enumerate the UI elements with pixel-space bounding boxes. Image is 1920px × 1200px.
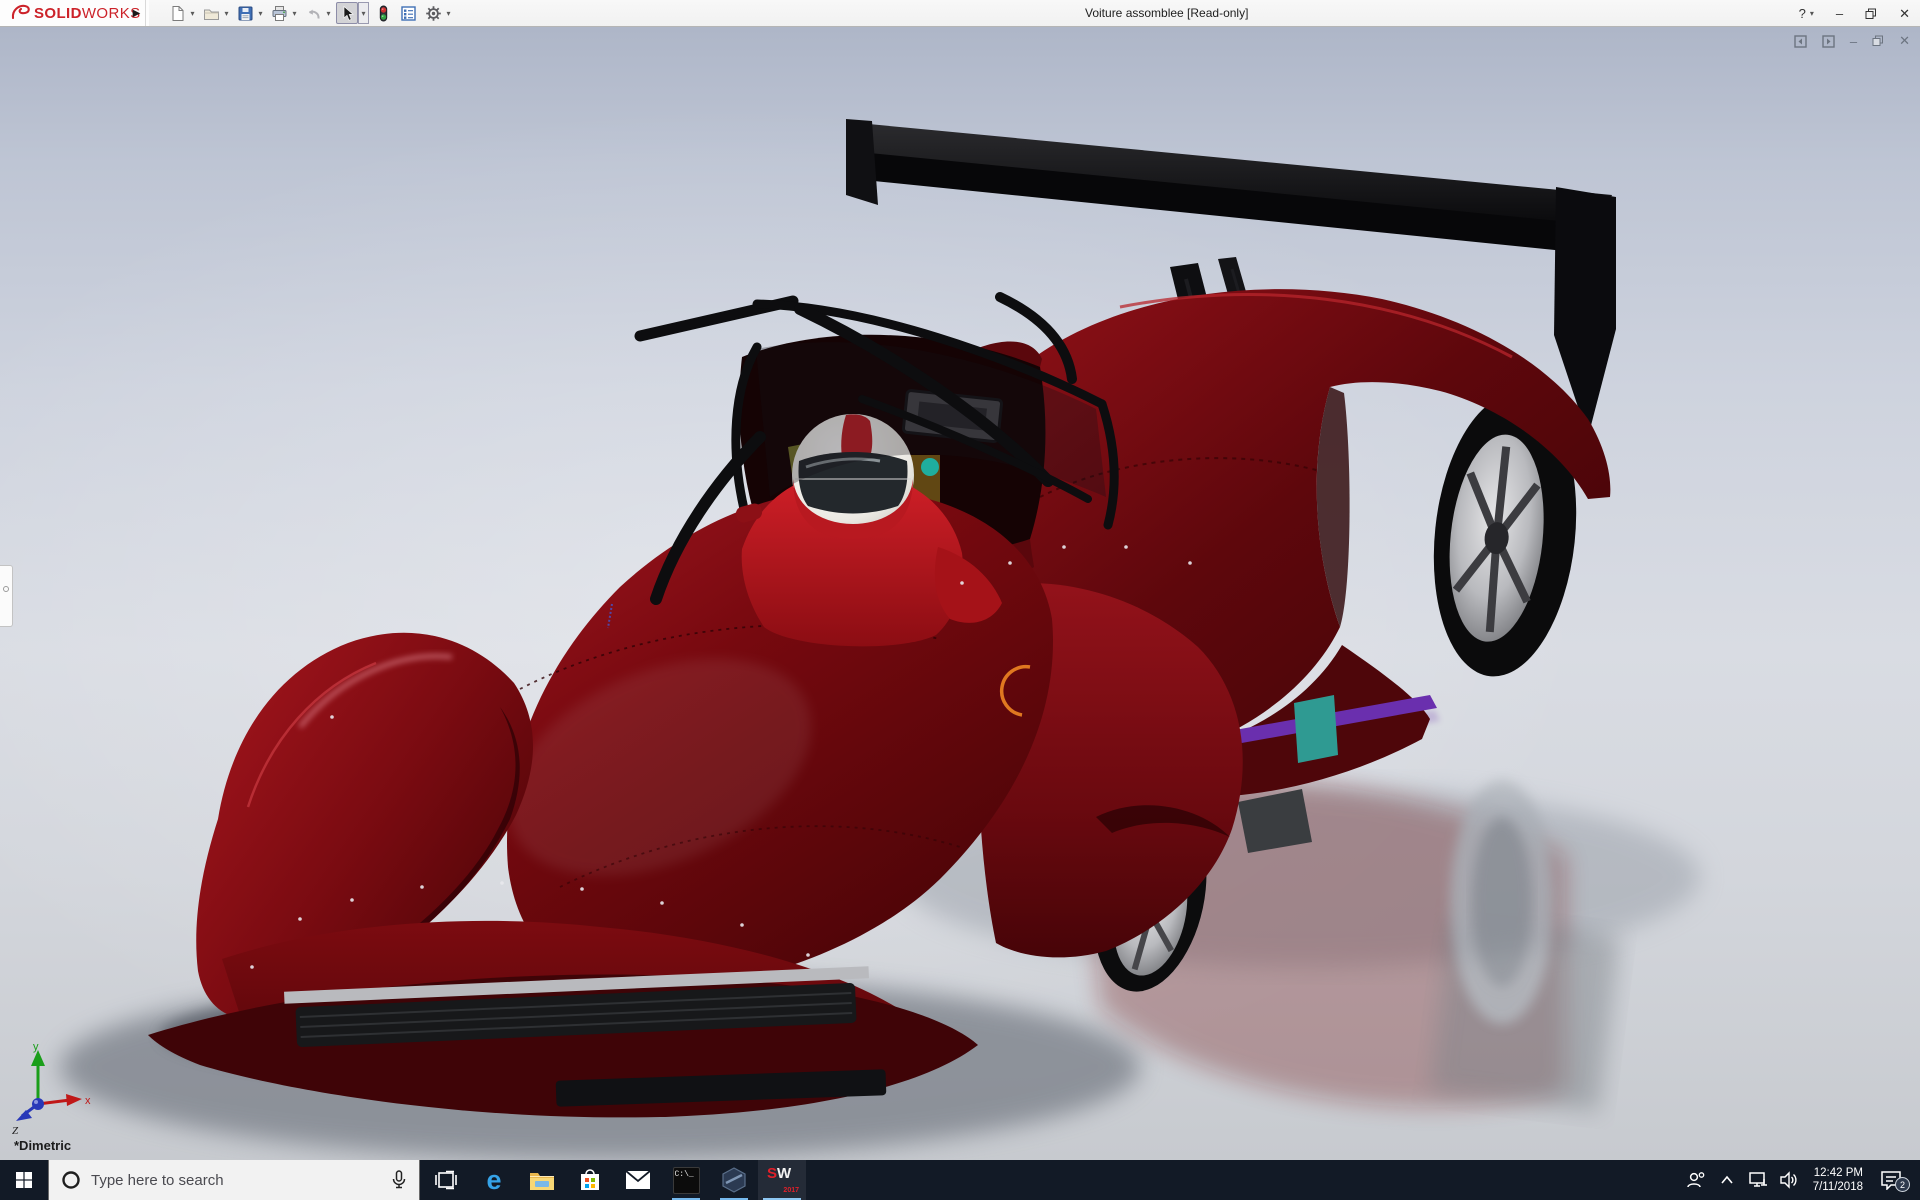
speaker-icon [1779, 1171, 1799, 1189]
search-input[interactable] [91, 1172, 379, 1189]
action-center-button[interactable]: 2 [1876, 1170, 1906, 1190]
network-button[interactable] [1747, 1171, 1769, 1189]
task-view-icon [435, 1169, 457, 1191]
open-button[interactable] [200, 2, 222, 24]
window-title: Voiture assomblee [Read-only] [1085, 0, 1248, 27]
store-icon [579, 1168, 601, 1192]
print-dropdown-caret[interactable]: ▾ [290, 9, 299, 18]
tray-chevron-button[interactable] [1716, 1175, 1738, 1185]
save-dropdown-caret[interactable]: ▾ [256, 9, 265, 18]
quick-access-toolbar: ▾ ▾ ▾ ▾ ▾ [166, 0, 456, 26]
save-button[interactable] [234, 2, 256, 24]
chevron-up-icon [1720, 1175, 1734, 1185]
view-orientation-label: *Dimetric [14, 1138, 71, 1153]
doc-restore-button[interactable] [1872, 35, 1884, 47]
volume-button[interactable] [1778, 1171, 1800, 1189]
command-prompt-button[interactable]: C:\_ [662, 1160, 710, 1200]
print-button[interactable] [268, 2, 290, 24]
taskbar-search[interactable] [48, 1160, 420, 1200]
solidworks-2017-icon: SW 2017 [767, 1165, 797, 1195]
triad-y-label: y [33, 1042, 39, 1053]
rebuild-traffic-light-button[interactable] [372, 2, 394, 24]
new-dropdown-caret[interactable]: ▾ [188, 9, 197, 18]
triad-z-label: Z [12, 1125, 19, 1134]
notification-badge: 2 [1895, 1177, 1910, 1192]
mail-button[interactable] [614, 1160, 662, 1200]
previous-pane-button[interactable] [1794, 35, 1807, 48]
teal-side-window [1294, 695, 1338, 763]
help-button[interactable]: ?▾ [1799, 6, 1814, 21]
hexagon-app-icon [721, 1167, 747, 1193]
edge-button[interactable]: e [470, 1160, 518, 1200]
restore-button[interactable] [1865, 8, 1877, 20]
panel-tab-dot-icon [3, 586, 9, 592]
menu-expand-arrow[interactable]: ▶ [128, 0, 146, 26]
taskbar: e [0, 1160, 1920, 1200]
people-icon [1686, 1171, 1706, 1189]
undo-button[interactable] [302, 2, 324, 24]
system-tray: 12:42 PM 7/11/2018 2 [1685, 1160, 1920, 1200]
edge-icon: e [486, 1167, 501, 1194]
mail-icon [625, 1170, 651, 1190]
minimize-button[interactable]: – [1836, 6, 1843, 21]
hexagon-app-button[interactable] [710, 1160, 758, 1200]
3d-viewport-canvas[interactable] [0, 27, 1920, 1160]
taskbar-apps: e [422, 1160, 806, 1200]
options-gear-button[interactable] [422, 2, 444, 24]
windows-logo-icon [16, 1172, 32, 1188]
command-prompt-icon: C:\_ [673, 1167, 700, 1194]
solidworks-2017-button[interactable]: SW 2017 [758, 1160, 806, 1200]
doc-close-button[interactable]: ✕ [1899, 33, 1910, 49]
solidworks-swoosh-icon [10, 3, 34, 23]
feature-tree-collapsed-tab[interactable] [0, 565, 13, 627]
microphone-icon[interactable] [391, 1170, 407, 1190]
next-pane-button[interactable] [1822, 35, 1835, 48]
screen: SOLIDWORKS ▶ ▾ ▾ ▾ ▾ [0, 0, 1920, 1200]
clock-time: 12:42 PM [1813, 1166, 1863, 1180]
properties-list-button[interactable] [397, 2, 419, 24]
undo-dropdown-caret[interactable]: ▾ [324, 9, 333, 18]
file-explorer-button[interactable] [518, 1160, 566, 1200]
new-document-button[interactable] [166, 2, 188, 24]
select-tool-button[interactable] [336, 2, 358, 24]
task-view-button[interactable] [422, 1160, 470, 1200]
triad-x-label: x [85, 1095, 91, 1107]
options-dropdown-caret[interactable]: ▾ [444, 9, 453, 18]
store-button[interactable] [566, 1160, 614, 1200]
network-icon [1748, 1171, 1768, 1189]
window-controls: ?▾ – ✕ [1799, 0, 1910, 27]
select-dropdown-caret[interactable]: ▾ [359, 9, 368, 18]
open-dropdown-caret[interactable]: ▾ [222, 9, 231, 18]
people-button[interactable] [1685, 1171, 1707, 1189]
teal-mirror [921, 458, 939, 476]
taskbar-clock[interactable]: 12:42 PM 7/11/2018 [1809, 1166, 1867, 1194]
file-explorer-icon [529, 1169, 555, 1191]
cortana-icon [61, 1170, 81, 1190]
close-button[interactable]: ✕ [1899, 6, 1910, 22]
solidworks-logo: SOLIDWORKS [0, 0, 149, 26]
clock-date: 7/11/2018 [1813, 1180, 1863, 1194]
titlebar: SOLIDWORKS ▶ ▾ ▾ ▾ ▾ [0, 0, 1920, 27]
start-button[interactable] [0, 1160, 48, 1200]
document-window-controls: – ✕ [1794, 33, 1910, 49]
brand-text: SOLIDWORKS [34, 5, 141, 22]
graphics-area[interactable]: – ✕ y x Z *Dimetric [0, 27, 1920, 1160]
orientation-triad: y x Z [8, 1042, 94, 1134]
doc-minimize-button[interactable]: – [1850, 34, 1857, 49]
